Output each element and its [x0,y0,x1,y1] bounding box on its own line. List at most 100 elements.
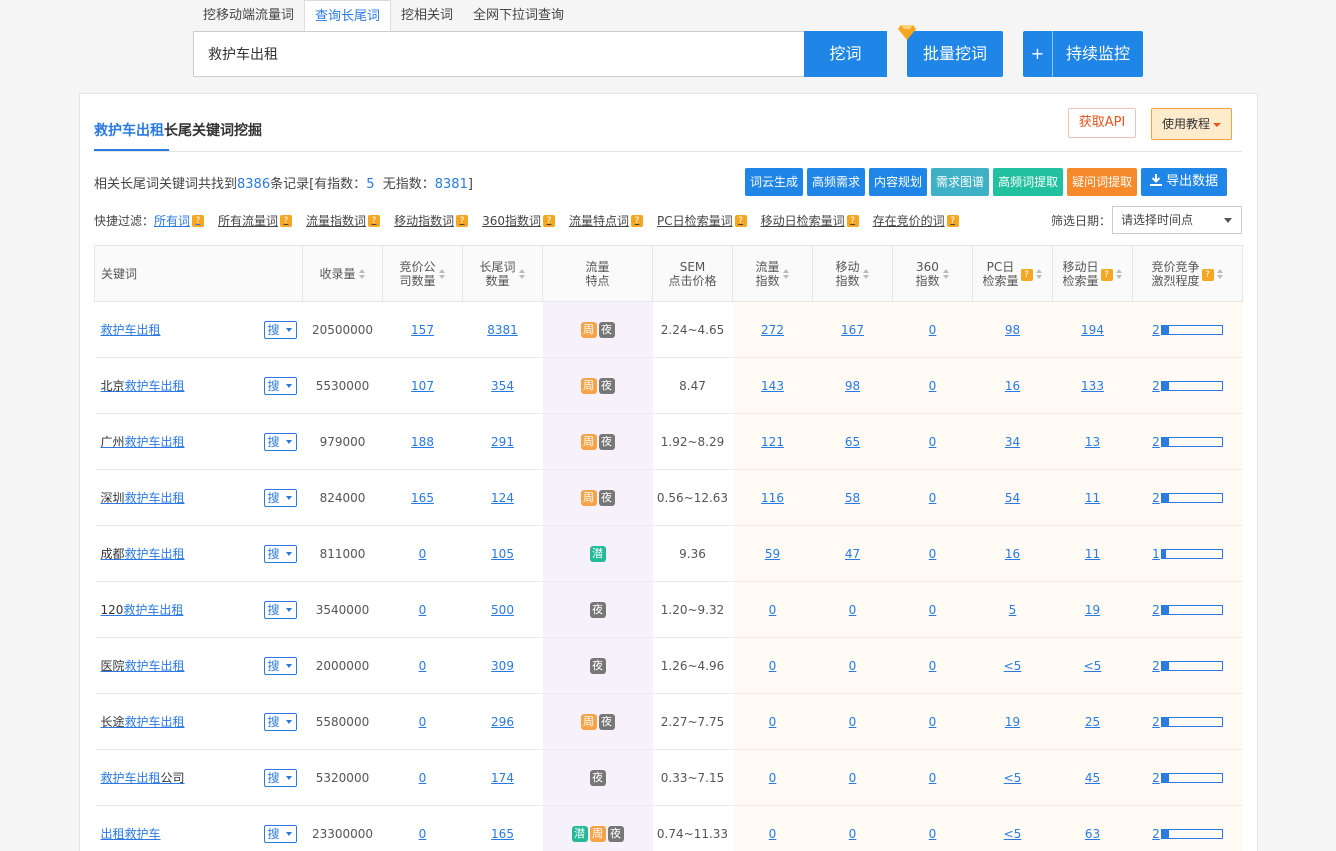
col-mobile-daily[interactable]: 移动日 检索量? [1052,245,1133,302]
col-360-index[interactable]: 360 指数 [892,245,973,302]
pc-daily-link[interactable]: 19 [1005,715,1020,729]
word-cloud-button[interactable]: 词云生成 [745,168,804,196]
mobile-index-link[interactable]: 0 [849,771,857,785]
competition-level-link[interactable]: 2 [1152,827,1160,841]
longtail-count-link[interactable]: 354 [491,379,514,393]
competition-level-link[interactable]: 2 [1152,435,1160,449]
longtail-count-link[interactable]: 124 [491,491,514,505]
mobile-index-link[interactable]: 0 [849,659,857,673]
tab-related[interactable]: 挖相关词 [391,0,463,31]
index-360-link[interactable]: 0 [929,659,937,673]
keyword-link[interactable]: 北京救护车出租 [101,379,185,393]
longtail-count-link[interactable]: 309 [491,659,514,673]
sort-icon[interactable] [358,269,366,279]
bid-companies-link[interactable]: 0 [419,715,427,729]
tab-longtail[interactable]: 查询长尾词 [304,0,392,31]
bid-companies-link[interactable]: 165 [411,491,434,505]
bid-companies-link[interactable]: 0 [419,659,427,673]
search-dropdown-button[interactable]: 搜 [263,433,297,451]
traffic-index-link[interactable]: 0 [769,715,777,729]
keyword-link[interactable]: 救护车出租公司 [101,771,185,785]
filter-traffic-feature[interactable]: 流量特点词? [569,212,643,229]
tab-mobile-traffic[interactable]: 挖移动端流量词 [193,0,304,31]
export-data-button[interactable]: 导出数据 [1141,168,1228,196]
pc-daily-link[interactable]: <5 [1004,771,1022,785]
traffic-index-link[interactable]: 0 [769,827,777,841]
mobile-daily-link[interactable]: 45 [1085,771,1100,785]
keyword-link[interactable]: 成都救护车出租 [101,547,185,561]
sort-icon[interactable] [782,268,790,279]
mobile-index-link[interactable]: 98 [845,379,860,393]
filter-all[interactable]: 所有词? [154,212,205,229]
sort-icon[interactable] [1035,268,1043,279]
competition-level-link[interactable]: 1 [1152,547,1160,561]
keyword-link[interactable]: 出租救护车 [101,827,161,841]
col-mobile-index[interactable]: 移动 指数 [812,245,893,302]
bid-companies-link[interactable]: 0 [419,827,427,841]
traffic-index-link[interactable]: 0 [769,659,777,673]
mobile-index-link[interactable]: 58 [845,491,860,505]
bid-companies-link[interactable]: 107 [411,379,434,393]
competition-level-link[interactable]: 2 [1152,379,1160,393]
competition-level-link[interactable]: 2 [1152,323,1160,337]
longtail-count-link[interactable]: 165 [491,827,514,841]
search-dropdown-button[interactable]: 搜 [263,713,297,731]
sort-icon[interactable] [518,268,526,279]
sort-icon[interactable] [1115,268,1123,279]
mobile-index-link[interactable]: 47 [845,547,860,561]
mobile-index-link[interactable]: 0 [849,603,857,617]
tutorial-dropdown[interactable]: 使用教程 [1151,108,1232,140]
traffic-index-link[interactable]: 59 [765,547,780,561]
keyword-link[interactable]: 广州救护车出租 [101,435,185,449]
keyword-search-input[interactable] [193,31,805,77]
longtail-count-link[interactable]: 291 [491,435,514,449]
sort-icon[interactable] [438,268,446,279]
filter-pc-daily[interactable]: PC日检索量词? [657,212,747,229]
col-bid-companies[interactable]: 竞价公 司数量 [382,245,463,302]
mobile-index-link[interactable]: 65 [845,435,860,449]
search-dropdown-button[interactable]: 搜 [263,769,297,787]
mobile-daily-link[interactable]: 63 [1085,827,1100,841]
keyword-link[interactable]: 深圳救护车出租 [101,491,185,505]
mobile-daily-link[interactable]: 19 [1085,603,1100,617]
longtail-count-link[interactable]: 8381 [487,323,518,337]
dig-button[interactable]: 挖词 [804,31,887,77]
mobile-daily-link[interactable]: 194 [1081,323,1104,337]
col-pc-daily[interactable]: PC日 检索量? [972,245,1053,302]
high-freq-extract-button[interactable]: 高频词提取 [993,168,1064,196]
search-dropdown-button[interactable]: 搜 [263,825,297,843]
search-dropdown-button[interactable]: 搜 [263,321,297,339]
keyword-link[interactable]: 长途救护车出租 [101,715,185,729]
competition-level-link[interactable]: 2 [1152,491,1160,505]
sort-icon[interactable] [942,268,950,279]
mobile-daily-link[interactable]: 11 [1085,491,1100,505]
longtail-count-link[interactable]: 296 [491,715,514,729]
col-bid-competition[interactable]: 竞价竞争 激烈程度? [1132,245,1243,302]
tab-dropdown-query[interactable]: 全网下拉词查询 [463,0,574,31]
competition-level-link[interactable]: 2 [1152,603,1160,617]
search-dropdown-button[interactable]: 搜 [263,545,297,563]
longtail-count-link[interactable]: 500 [491,603,514,617]
mobile-daily-link[interactable]: 11 [1085,547,1100,561]
keyword-link[interactable]: 救护车出租 [101,323,161,337]
sort-icon[interactable] [1216,268,1224,279]
traffic-index-link[interactable]: 143 [761,379,784,393]
competition-level-link[interactable]: 2 [1152,771,1160,785]
index-360-link[interactable]: 0 [929,379,937,393]
search-dropdown-button[interactable]: 搜 [263,657,297,675]
mobile-daily-link[interactable]: <5 [1084,659,1102,673]
bid-companies-link[interactable]: 0 [419,771,427,785]
index-360-link[interactable]: 0 [929,771,937,785]
filter-has-bid[interactable]: 存在竞价的词? [873,212,959,229]
pc-daily-link[interactable]: 54 [1005,491,1020,505]
keyword-link[interactable]: 120救护车出租 [101,603,184,617]
index-360-link[interactable]: 0 [929,715,937,729]
index-360-link[interactable]: 0 [929,323,937,337]
pc-daily-link[interactable]: <5 [1004,659,1022,673]
col-traffic-index[interactable]: 流量 指数 [732,245,813,302]
sort-icon[interactable] [862,268,870,279]
high-freq-demand-button[interactable]: 高频需求 [807,168,866,196]
index-360-link[interactable]: 0 [929,491,937,505]
filter-all-traffic[interactable]: 所有流量词? [218,212,293,229]
traffic-index-link[interactable]: 0 [769,603,777,617]
